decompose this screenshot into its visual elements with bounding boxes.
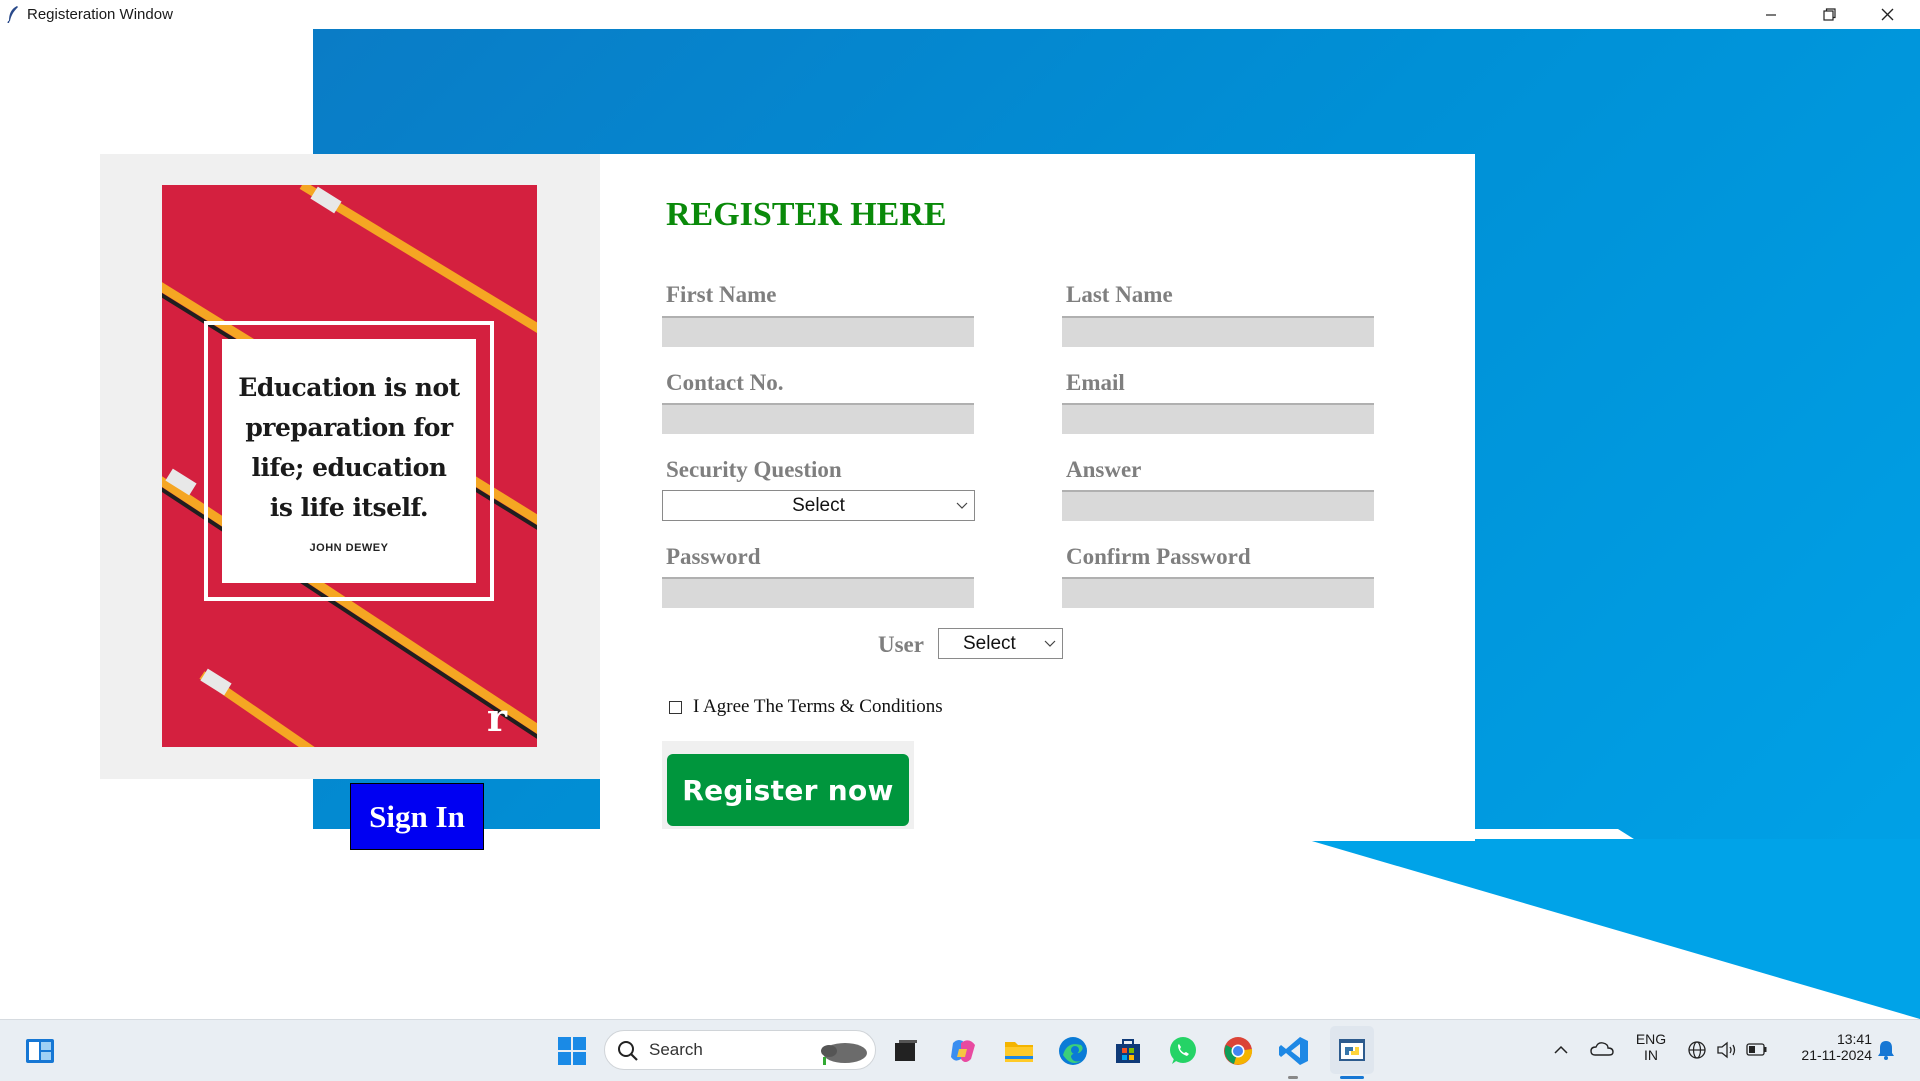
taskbar: Search ENG IN 13:41 21-11-2024 [0, 1019, 1920, 1081]
cloud-sync-icon[interactable] [1590, 1039, 1614, 1059]
microsoft-store-icon[interactable] [1112, 1035, 1144, 1067]
quote-card: Education is not preparation for life; e… [222, 339, 476, 583]
terms-checkbox[interactable] [669, 701, 682, 714]
quote-frame: Education is not preparation for life; e… [204, 321, 494, 601]
language-indicator[interactable]: ENG IN [1634, 1031, 1668, 1063]
search-label: Search [649, 1040, 703, 1059]
window-content: Education is not preparation for life; e… [0, 29, 1920, 1019]
contact-input[interactable] [662, 403, 974, 434]
user-label: User [878, 632, 924, 657]
quote-line: preparation for [245, 413, 453, 442]
clock-time: 13:41 [1836, 1031, 1872, 1047]
first-name-input[interactable] [662, 316, 974, 347]
user-select-value: Select [963, 632, 1016, 654]
search-icon [618, 1041, 638, 1061]
search-input[interactable]: Search [604, 1030, 876, 1070]
minimize-icon [1766, 13, 1776, 16]
window-title: Registeration Window [27, 6, 173, 23]
open-app-indicator [1288, 1076, 1298, 1079]
terms-label: I Agree The Terms & Conditions [693, 696, 943, 717]
user-select[interactable]: Select [938, 628, 1063, 659]
password-label: Password [666, 544, 761, 569]
chevron-down-icon [1044, 640, 1056, 647]
quote-line: Education is not [238, 373, 460, 402]
register-button-wrap: Register now [662, 741, 914, 829]
register-button[interactable]: Register now [667, 754, 909, 826]
close-icon [1881, 8, 1893, 21]
email-label: Email [1066, 370, 1125, 395]
whatsapp-icon[interactable] [1167, 1035, 1199, 1067]
minimize-button[interactable] [1742, 0, 1800, 29]
last-name-label: Last Name [1066, 282, 1173, 307]
search-highlight-icon [821, 1043, 867, 1065]
form-heading: REGISTER HERE [666, 196, 947, 233]
security-question-value: Select [792, 494, 845, 516]
python-idle-icon[interactable] [1336, 1035, 1368, 1067]
sign-in-button[interactable]: Sign In [350, 783, 484, 850]
windows-start-icon[interactable] [556, 1035, 588, 1067]
quote-text: Education is not preparation for life; e… [238, 368, 460, 528]
security-question-select[interactable]: Select [662, 490, 975, 521]
vscode-icon[interactable] [1278, 1035, 1310, 1067]
first-name-label: First Name [666, 282, 777, 307]
battery-icon[interactable] [1746, 1042, 1768, 1058]
volume-icon[interactable] [1716, 1040, 1738, 1060]
clock-date: 21-11-2024 [1801, 1047, 1872, 1063]
quote-line: life; education [251, 453, 447, 482]
widgets-icon[interactable] [24, 1035, 56, 1067]
poster-logo: r [487, 695, 508, 740]
edge-icon[interactable] [1057, 1035, 1089, 1067]
network-globe-icon[interactable] [1687, 1040, 1707, 1060]
answer-input[interactable] [1062, 490, 1374, 521]
region-code: IN [1644, 1047, 1658, 1063]
chevron-down-icon [956, 502, 968, 509]
password-input[interactable] [662, 577, 974, 608]
feather-app-icon [7, 6, 18, 23]
last-name-input[interactable] [1062, 316, 1374, 347]
language-code: ENG [1635, 1031, 1667, 1047]
notification-bell-icon[interactable] [1876, 1039, 1896, 1061]
quote-poster: Education is not preparation for life; e… [162, 185, 537, 747]
answer-label: Answer [1066, 457, 1142, 482]
confirm-password-input[interactable] [1062, 577, 1374, 608]
active-app-indicator [1340, 1076, 1364, 1079]
task-view-icon[interactable] [890, 1035, 922, 1067]
quote-line: is life itself. [269, 493, 429, 522]
restore-button[interactable] [1800, 0, 1858, 29]
background-diagonal [1305, 839, 1920, 1019]
restore-icon [1822, 8, 1836, 21]
chrome-icon[interactable] [1222, 1035, 1254, 1067]
email-input[interactable] [1062, 403, 1374, 434]
file-explorer-icon[interactable] [1003, 1035, 1035, 1067]
contact-label: Contact No. [666, 370, 784, 395]
security-question-label: Security Question [666, 457, 842, 482]
close-button[interactable] [1858, 0, 1916, 29]
copilot-icon[interactable] [947, 1035, 979, 1067]
chevron-up-icon[interactable] [1553, 1042, 1569, 1058]
confirm-password-label: Confirm Password [1066, 544, 1251, 569]
clock[interactable]: 13:41 21-11-2024 [1782, 1031, 1872, 1063]
quote-author: JOHN DEWEY [309, 542, 389, 554]
title-bar: Registeration Window [0, 0, 1920, 30]
registration-form: REGISTER HERE First Name Last Name Conta… [600, 154, 1475, 841]
